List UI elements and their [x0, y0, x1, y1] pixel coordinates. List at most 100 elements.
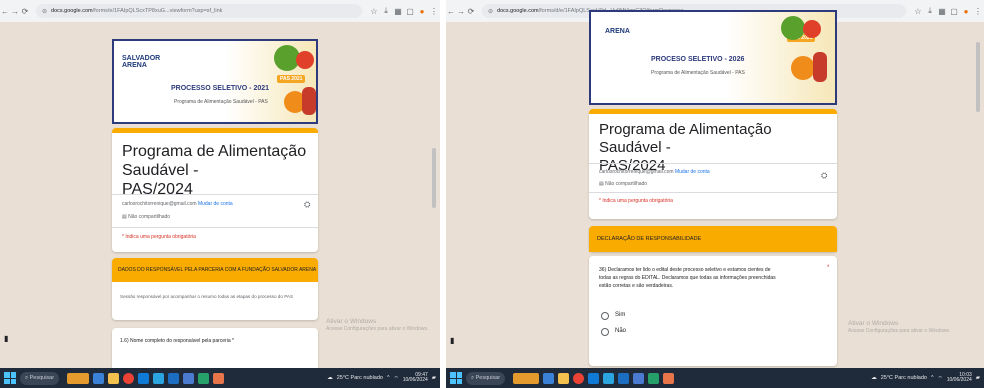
pas-badge: PAS 2021 — [277, 75, 306, 83]
weather-icon[interactable]: ☁ — [327, 375, 333, 381]
taskbar-clock[interactable]: 09:47 10/06/2024 — [403, 372, 428, 384]
site-info-icon[interactable]: ⊜ — [42, 8, 47, 15]
network-icon[interactable]: ⌔ — [394, 375, 399, 382]
form-title: Programa de Alimentação Saudável - PAS/2… — [599, 121, 772, 174]
tray-chevron-icon[interactable]: ^ — [387, 375, 390, 381]
network-icon[interactable]: ⌔ — [938, 375, 943, 382]
vegetables-image — [296, 51, 314, 69]
section-title: DADOS DO RESPONSÁVEL PELA PARCERIA COM A… — [112, 258, 318, 282]
taskbar-search[interactable]: ⌕ Pesquisar — [20, 371, 60, 385]
notification-icon[interactable]: ▰ — [976, 375, 980, 381]
taskbar-app-icon[interactable] — [603, 372, 615, 384]
reload-icon[interactable]: ⟳ — [20, 7, 30, 16]
tray-chevron-icon[interactable]: ^ — [931, 375, 934, 381]
taskbar-app-icon[interactable] — [213, 372, 225, 384]
taskbar-app-icon[interactable] — [93, 372, 105, 384]
banner-title: PROCESSO SELETIVO - 2021 — [171, 85, 270, 92]
taskbar-app-icon[interactable] — [543, 372, 555, 384]
forward-icon[interactable]: → — [10, 7, 20, 16]
address-bar[interactable]: ⊜ docs.google.com /forms/e/1FAIpQLScxTP8… — [36, 4, 362, 18]
profile-icon[interactable]: ● — [960, 7, 972, 16]
taskbar-app-icon[interactable] — [183, 372, 195, 384]
switch-account-link[interactable]: Mudar de conta — [198, 201, 233, 207]
section-card: DADOS DO RESPONSÁVEL PELA PARCERIA COM A… — [112, 258, 318, 320]
radio-sim[interactable] — [601, 312, 609, 320]
scrollbar[interactable] — [432, 148, 436, 208]
forward-icon[interactable]: → — [456, 7, 466, 16]
windows-activation-watermark: Ativar o Windows Acesse Configurações pa… — [326, 318, 429, 333]
weather-icon[interactable]: ☁ — [871, 375, 877, 381]
windows-taskbar: ⌕ Pesquisar ☁ 25°C Parc nublado ^ ⌔ 09:4… — [0, 368, 440, 388]
divider — [112, 227, 318, 228]
windows-start-icon[interactable] — [4, 372, 16, 384]
section-title: DECLARAÇÃO DE RESPONSABILIDADE — [589, 226, 837, 252]
back-icon[interactable]: ← — [0, 7, 10, 16]
download-icon[interactable]: ⤓ — [924, 6, 936, 16]
account-line: carlosrochitorrenique@gmail.com Mudar de… — [122, 201, 233, 207]
notification-icon[interactable]: ▰ — [432, 375, 436, 381]
scrollbar[interactable] — [976, 42, 980, 112]
cloud-icon[interactable]: ⛭ — [821, 171, 827, 181]
form-page: SALVADOR ARENA PROCESSO SELETIVO - 2021 … — [0, 22, 440, 378]
taskbar-app-icon[interactable] — [663, 372, 675, 384]
tab-search-icon[interactable]: ▢ — [948, 7, 960, 16]
question-card: 36) Declaramos ter lido o edital deste p… — [589, 256, 837, 366]
required-note: * Indica uma pergunta obrigatória — [599, 198, 673, 204]
taskbar-app-icon[interactable] — [588, 372, 600, 384]
taskbar-chrome-icon[interactable] — [573, 372, 585, 384]
taskbar-widget-icon[interactable] — [67, 372, 90, 384]
required-note: * Indica uma pergunta obrigatória — [122, 234, 196, 240]
form-header-card: Programa de Alimentação Saudável - PAS/2… — [112, 128, 318, 252]
windows-start-icon[interactable] — [450, 372, 462, 384]
left-screenshot: ← → ⟳ ⊜ docs.google.com /forms/e/1FAIpQL… — [0, 0, 440, 388]
vegetables-image — [813, 52, 827, 82]
not-shared-icon: ▤ — [599, 181, 604, 187]
feedback-icon[interactable]: ▮ — [450, 336, 454, 345]
feedback-icon[interactable]: ▮ — [4, 334, 8, 343]
taskbar-app-icon[interactable] — [633, 372, 645, 384]
weather-text[interactable]: 25°C Parc nublado — [337, 375, 383, 381]
menu-icon[interactable]: ⋮ — [972, 7, 984, 16]
taskbar-app-icon[interactable] — [198, 372, 210, 384]
windows-activation-watermark: Ativar o Windows Acesse Configurações pa… — [848, 320, 951, 335]
option-sim-label[interactable]: Sim — [615, 312, 625, 318]
accent-bar — [589, 109, 837, 114]
taskbar-app-icon[interactable] — [168, 372, 180, 384]
taskbar-search[interactable]: ⌕ Pesquisar — [466, 371, 506, 385]
divider — [589, 163, 837, 164]
menu-icon[interactable]: ⋮ — [428, 7, 440, 16]
taskbar-app-icon[interactable] — [153, 372, 165, 384]
accent-bar — [112, 128, 318, 133]
site-info-icon[interactable]: ⊜ — [488, 8, 493, 15]
option-nao-label[interactable]: Não — [615, 328, 626, 334]
taskbar-app-icon[interactable] — [558, 372, 570, 384]
cloud-icon[interactable]: ⛭ — [304, 200, 310, 210]
taskbar-chrome-icon[interactable] — [123, 372, 135, 384]
back-icon[interactable]: ← — [446, 7, 456, 16]
bookmark-star-icon[interactable]: ☆ — [368, 7, 380, 16]
taskbar-app-icon[interactable] — [138, 372, 150, 384]
taskbar-clock[interactable]: 10:03 10/06/2024 — [947, 372, 972, 384]
account-email: carlosrochitorrenique@gmail.com — [122, 201, 197, 207]
account-line: carlosrochitorrenique@gmail.com Mudar de… — [599, 169, 710, 175]
taskbar-widget-icon[interactable] — [513, 372, 540, 384]
taskbar-app-icon[interactable] — [108, 372, 120, 384]
radio-nao[interactable] — [601, 328, 609, 336]
reload-icon[interactable]: ⟳ — [466, 7, 476, 16]
extensions-icon[interactable]: ▦ — [392, 7, 404, 16]
weather-text[interactable]: 25°C Parc nublado — [881, 375, 927, 381]
vegetables-image — [781, 16, 805, 40]
tab-search-icon[interactable]: ▢ — [404, 7, 416, 16]
switch-account-link[interactable]: Mudar de conta — [675, 169, 710, 175]
not-shared-icon: ▤ — [122, 214, 127, 220]
form-header-card: Programa de Alimentação Saudável - PAS/2… — [589, 109, 837, 219]
question-label: 36) Declaramos ter lido o edital deste p… — [599, 267, 776, 289]
taskbar-app-icon[interactable] — [618, 372, 630, 384]
download-icon[interactable]: ⤓ — [380, 6, 392, 16]
extensions-icon[interactable]: ▦ — [936, 7, 948, 16]
url-host: docs.google.com — [497, 8, 539, 14]
profile-icon[interactable]: ● — [416, 7, 428, 16]
account-email: carlosrochitorrenique@gmail.com — [599, 169, 674, 175]
bookmark-star-icon[interactable]: ☆ — [912, 7, 924, 16]
taskbar-app-icon[interactable] — [648, 372, 660, 384]
